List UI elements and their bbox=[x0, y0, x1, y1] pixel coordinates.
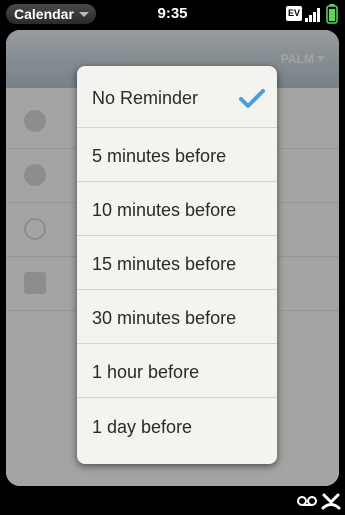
menu-item-no-reminder[interactable]: No Reminder bbox=[77, 66, 277, 128]
missed-call-icon[interactable] bbox=[321, 491, 341, 511]
signal-strength-icon bbox=[305, 8, 320, 22]
menu-item-5-minutes[interactable]: 5 minutes before bbox=[77, 128, 277, 182]
menu-item-15-minutes[interactable]: 15 minutes before bbox=[77, 236, 277, 290]
network-badge: EV bbox=[286, 6, 302, 21]
notification-bar bbox=[0, 488, 345, 515]
menu-item-label: 15 minutes before bbox=[92, 254, 237, 274]
menu-item-label: 1 hour before bbox=[92, 362, 200, 382]
checkmark-icon bbox=[239, 89, 265, 108]
menu-item-1-hour[interactable]: 1 hour before bbox=[77, 344, 277, 398]
menu-item-1-day[interactable]: 1 day before bbox=[77, 398, 277, 452]
status-bar: Calendar 9:35 EV bbox=[0, 0, 345, 28]
reminder-popup-menu: No Reminder 5 minutes before 10 minutes … bbox=[77, 66, 277, 464]
menu-item-label: 1 day before bbox=[92, 417, 193, 437]
menu-item-30-minutes[interactable]: 30 minutes before bbox=[77, 290, 277, 344]
menu-item-label: 5 minutes before bbox=[92, 146, 227, 166]
menu-item-label: 30 minutes before bbox=[92, 308, 237, 328]
menu-item-label: No Reminder bbox=[92, 88, 199, 108]
voicemail-icon[interactable] bbox=[297, 495, 317, 507]
battery-icon bbox=[326, 4, 338, 24]
menu-item-label: 10 minutes before bbox=[92, 200, 237, 220]
menu-item-10-minutes[interactable]: 10 minutes before bbox=[77, 182, 277, 236]
